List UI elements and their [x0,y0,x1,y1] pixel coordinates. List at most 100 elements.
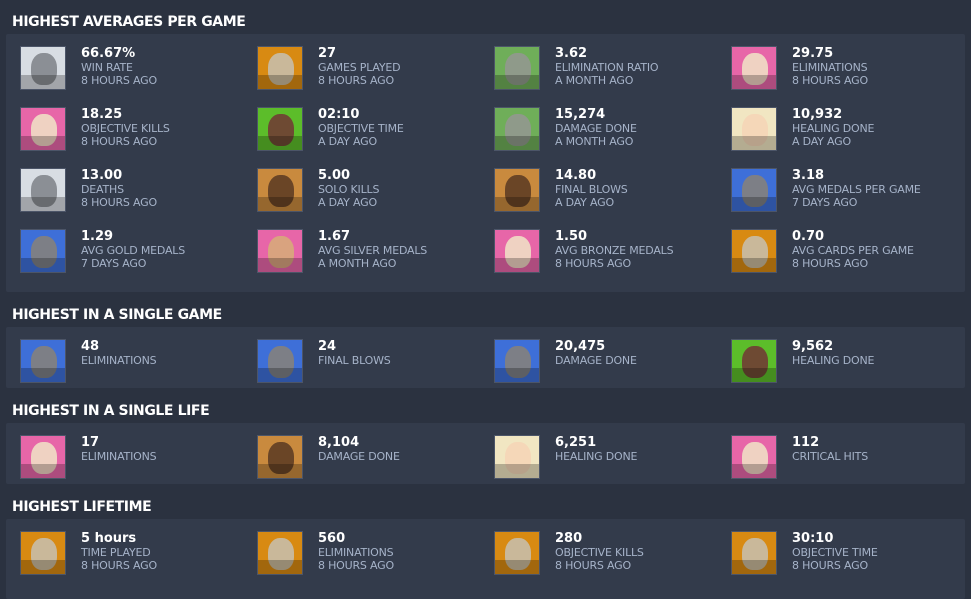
stat-label: DAMAGE DONE [318,450,400,463]
stat-value: 6,251 [555,435,597,450]
stat-card: 1.29 AVG GOLD MEDALS 7 DAYS AGO [20,217,257,278]
dva-icon [20,107,66,151]
stat-card: 1.50 AVG BRONZE MEDALS 8 HOURS AGO [494,217,731,278]
junkrat-icon [494,168,540,212]
stat-value: 280 [555,531,583,546]
soldier-76-icon [20,229,66,273]
stat-time-ago: 8 HOURS AGO [81,135,157,148]
stat-card: 17 ELIMINATIONS [20,423,257,484]
stat-text: 5 hours TIME PLAYED 8 HOURS AGO [81,531,157,572]
section-highest-lifetime: HIGHEST LIFETIME 5 hours TIME PLAYED 8 HOU… [0,495,971,599]
soldier-76-icon [20,339,66,383]
zenyatta-icon [257,46,303,90]
stat-label: DAMAGE DONE [555,122,637,135]
stats-panel: 48 ELIMINATIONS 24 FINAL BLOWS 20,475 DAMAGE … [6,327,965,388]
stat-card: 29.75 ELIMINATIONS 8 HOURS AGO [731,34,968,95]
stat-label: ELIMINATIONS [81,450,157,463]
stat-text: 13.00 DEATHS 8 HOURS AGO [81,168,157,209]
stat-card: 3.18 AVG MEDALS PER GAME 7 DAYS AGO [731,156,968,217]
stat-label: HEALING DONE [792,354,875,367]
stat-time-ago: 8 HOURS AGO [81,74,157,87]
dva-icon [731,435,777,479]
stat-time-ago: A MONTH AGO [555,135,634,148]
stat-value: 18.25 [81,107,123,122]
stat-value: 20,475 [555,339,606,354]
bastion-icon [494,107,540,151]
dva-icon [731,46,777,90]
stat-time-ago: A DAY AGO [555,196,614,209]
stat-label: HEALING DONE [555,450,638,463]
stat-card: 24 FINAL BLOWS [257,327,494,388]
stat-text: 280 OBJECTIVE KILLS 8 HOURS AGO [555,531,644,572]
stat-value: 48 [81,339,100,354]
mercy-icon [731,107,777,151]
stat-label: ELIMINATIONS [792,61,868,74]
stat-label: AVG SILVER MEDALS [318,244,428,257]
stat-time-ago: 8 HOURS AGO [318,559,394,572]
stat-card: 27 GAMES PLAYED 8 HOURS AGO [257,34,494,95]
stat-value: 1.67 [318,229,351,244]
stat-value: 3.62 [555,46,588,61]
stat-card: 5 hours TIME PLAYED 8 HOURS AGO [20,519,257,580]
section-title: HIGHEST LIFETIME [12,499,152,515]
stat-card: 5.00 SOLO KILLS A DAY AGO [257,156,494,217]
stat-value: 5 hours [81,531,137,546]
stat-label: FINAL BLOWS [318,354,391,367]
section-title: HIGHEST IN A SINGLE GAME [12,307,222,323]
stat-card: 10,932 HEALING DONE A DAY AGO [731,95,968,156]
stats-grid: 48 ELIMINATIONS 24 FINAL BLOWS 20,475 DAMAGE … [6,327,965,388]
lucio-icon [731,339,777,383]
stat-value: 9,562 [792,339,834,354]
stat-label: AVG MEDALS PER GAME [792,183,921,196]
stats-panel: 5 hours TIME PLAYED 8 HOURS AGO 560 ELIMINAT… [6,519,965,599]
stat-value: 66.67% [81,46,136,61]
stat-text: 9,562 HEALING DONE [792,339,874,367]
stat-label: ELIMINATIONS [318,546,394,559]
bastion-icon [494,46,540,90]
stat-value: 13.00 [81,168,123,183]
stat-value: 5.00 [318,168,351,183]
stats-grid: 5 hours TIME PLAYED 8 HOURS AGO 560 ELIMINAT… [6,519,965,580]
stat-text: 66.67% WIN RATE 8 HOURS AGO [81,46,157,87]
stat-text: 20,475 DAMAGE DONE [555,339,637,367]
stat-label: ELIMINATIONS [81,354,157,367]
stat-card: 1.67 AVG SILVER MEDALS A MONTH AGO [257,217,494,278]
stat-text: 3.18 AVG MEDALS PER GAME 7 DAYS AGO [792,168,921,209]
stat-label: HEALING DONE [792,122,875,135]
stat-label: GAMES PLAYED [318,61,401,74]
stat-card: 6,251 HEALING DONE [494,423,731,484]
stat-card: 20,475 DAMAGE DONE [494,327,731,388]
stat-time-ago: A MONTH AGO [318,257,397,270]
soldier-76-icon [257,339,303,383]
soldier-76-icon [731,168,777,212]
stat-label: CRITICAL HITS [792,450,868,463]
stat-label: OBJECTIVE KILLS [81,122,170,135]
stat-value: 3.18 [792,168,825,183]
stat-card: 14.80 FINAL BLOWS A DAY AGO [494,156,731,217]
stat-card: 30:10 OBJECTIVE TIME 8 HOURS AGO [731,519,968,580]
stat-value: 14.80 [555,168,597,183]
junkrat-icon [257,168,303,212]
stat-text: 02:10 OBJECTIVE TIME A DAY AGO [318,107,404,148]
stat-text: 1.50 AVG BRONZE MEDALS 8 HOURS AGO [555,229,674,270]
stat-time-ago: A DAY AGO [792,135,851,148]
junkrat-icon [257,435,303,479]
stat-card: 48 ELIMINATIONS [20,327,257,388]
stat-value: 560 [318,531,346,546]
zenyatta-icon [494,531,540,575]
stat-value: 1.29 [81,229,114,244]
stats-grid: 66.67% WIN RATE 8 HOURS AGO 27 GAMES PLAYED 8… [6,34,965,278]
stat-label: DAMAGE DONE [555,354,637,367]
stat-label: FINAL BLOWS [555,183,628,196]
zenyatta-icon [20,531,66,575]
stat-label: SOLO KILLS [318,183,380,196]
stat-card: 560 ELIMINATIONS 8 HOURS AGO [257,519,494,580]
stat-text: 24 FINAL BLOWS [318,339,391,367]
stat-label: OBJECTIVE TIME [318,122,404,135]
stats-panel: 66.67% WIN RATE 8 HOURS AGO 27 GAMES PLAYED 8… [6,34,965,292]
stat-text: 48 ELIMINATIONS [81,339,157,367]
stat-label: ELIMINATION RATIO [555,61,659,74]
stat-time-ago: 8 HOURS AGO [318,74,394,87]
stat-text: 1.67 AVG SILVER MEDALS A MONTH AGO [318,229,427,270]
stat-text: 3.62 ELIMINATION RATIO A MONTH AGO [555,46,659,87]
